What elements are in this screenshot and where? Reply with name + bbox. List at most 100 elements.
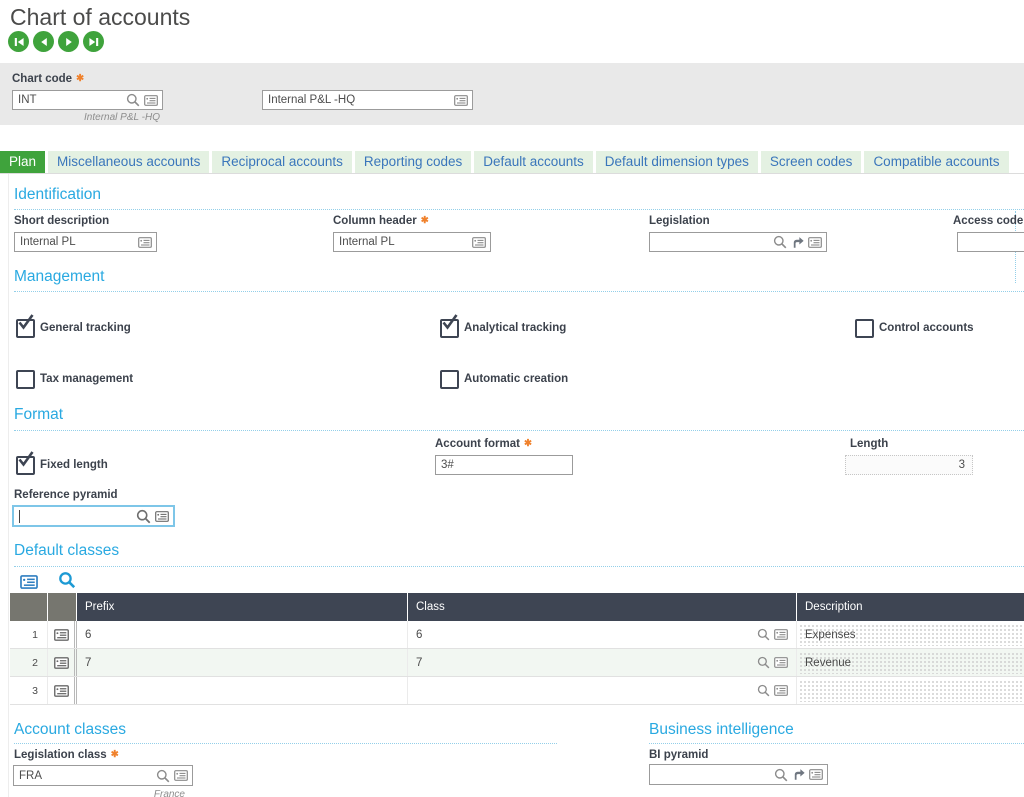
row-number: 3: [10, 677, 48, 704]
row-selection-icon[interactable]: [48, 677, 77, 704]
next-record-icon: [63, 36, 75, 48]
checkbox-automatic-creation[interactable]: [440, 370, 459, 389]
grid-search-icon[interactable]: [58, 571, 76, 589]
bi-pyramid-input[interactable]: [649, 764, 828, 785]
jump-icon[interactable]: [791, 236, 804, 249]
fixed-length-label: Fixed length: [40, 459, 108, 471]
column-header-input[interactable]: Internal PL: [333, 232, 491, 252]
tab-compatible-accounts[interactable]: Compatible accounts: [864, 151, 1008, 173]
row-selection-icon[interactable]: [48, 621, 77, 648]
checkbox-analytical-tracking[interactable]: [440, 319, 459, 338]
selection-icon[interactable]: [808, 237, 822, 248]
section-divider: [14, 743, 557, 744]
next-record-button[interactable]: [58, 31, 79, 52]
chart-code-input[interactable]: INT: [12, 90, 163, 110]
reference-pyramid-label: Reference pyramid: [14, 489, 118, 501]
selection-icon[interactable]: [138, 237, 152, 248]
selection-icon[interactable]: [774, 657, 788, 668]
checkbox-general-tracking[interactable]: [16, 319, 35, 338]
tab-reciprocal-accounts[interactable]: Reciprocal accounts: [212, 151, 352, 173]
chart-description-value: Internal P&L -HQ: [268, 94, 450, 106]
short-description-input[interactable]: Internal PL: [14, 232, 157, 252]
class-value: 6: [416, 629, 422, 641]
access-code-input[interactable]: [957, 232, 1024, 252]
checkbox-fixed-length[interactable]: [16, 456, 35, 475]
legislation-input[interactable]: [649, 232, 827, 252]
class-cell[interactable]: 6: [408, 621, 797, 648]
description-cell: Expenses: [797, 621, 1024, 648]
tab-screen-codes[interactable]: Screen codes: [761, 151, 862, 173]
account-format-input[interactable]: 3#: [435, 455, 573, 475]
section-divider: [14, 430, 1024, 431]
selection-icon[interactable]: [454, 95, 468, 106]
selection-icon[interactable]: [809, 769, 823, 780]
description-value: Expenses: [805, 629, 856, 641]
identification-heading: Identification: [14, 186, 101, 204]
selection-icon[interactable]: [144, 95, 158, 106]
tab-divider: [0, 173, 1024, 174]
prefix-column-header: Prefix: [77, 593, 408, 621]
section-divider: [14, 566, 1024, 567]
selection-icon[interactable]: [774, 685, 788, 696]
class-cell[interactable]: 7: [408, 649, 797, 676]
search-icon[interactable]: [757, 656, 770, 669]
tab-miscellaneous-accounts[interactable]: Miscellaneous accounts: [48, 151, 209, 173]
tab-reporting-codes[interactable]: Reporting codes: [355, 151, 471, 173]
table-header-row: Prefix Class Description: [10, 593, 1024, 621]
general-tracking-label: General tracking: [40, 322, 131, 334]
checkbox-control-accounts[interactable]: [855, 319, 874, 338]
length-label: Length: [850, 438, 888, 450]
record-header-band: Chart code INT Internal P&L -HQ Internal…: [0, 63, 1024, 125]
search-icon[interactable]: [757, 684, 770, 697]
required-icon: [72, 73, 84, 85]
chart-description-input[interactable]: Internal P&L -HQ: [262, 90, 473, 110]
reference-pyramid-input[interactable]: [12, 505, 175, 527]
prefix-cell[interactable]: 6: [77, 621, 408, 648]
first-record-button[interactable]: [8, 31, 29, 52]
default-classes-heading: Default classes: [14, 542, 119, 560]
bi-pyramid-label: BI pyramid: [649, 749, 708, 761]
required-icon: [417, 215, 429, 227]
chart-code-value: INT: [18, 94, 122, 106]
tab-default-accounts[interactable]: Default accounts: [474, 151, 593, 173]
prefix-cell[interactable]: 7: [77, 649, 408, 676]
search-icon[interactable]: [757, 628, 770, 641]
access-code-label: Access code: [953, 215, 1023, 227]
search-icon[interactable]: [156, 769, 170, 783]
check-icon: [17, 314, 34, 331]
row-number: 1: [10, 621, 48, 648]
jump-icon[interactable]: [792, 768, 805, 781]
record-navigation: [8, 31, 104, 52]
account-classes-heading: Account classes: [14, 721, 126, 739]
last-record-icon: [88, 36, 100, 48]
last-record-button[interactable]: [83, 31, 104, 52]
selection-icon[interactable]: [774, 629, 788, 640]
checkbox-tax-management[interactable]: [16, 370, 35, 389]
description-value: Revenue: [805, 657, 851, 669]
search-icon[interactable]: [136, 509, 151, 524]
grid-selection-icon[interactable]: [20, 575, 38, 589]
selection-icon[interactable]: [472, 237, 486, 248]
class-cell[interactable]: [408, 677, 797, 704]
length-value: 3: [851, 459, 968, 471]
row-number-header: [10, 593, 48, 621]
search-icon[interactable]: [126, 93, 140, 107]
section-divider: [14, 291, 1024, 292]
previous-record-icon: [38, 36, 50, 48]
tab-plan[interactable]: Plan: [0, 151, 45, 173]
account-format-label: Account format: [435, 438, 532, 450]
row-selection-icon[interactable]: [48, 649, 77, 676]
column-header-label: Column header: [333, 215, 429, 227]
content-left-border: [8, 174, 9, 797]
search-icon[interactable]: [773, 235, 787, 249]
tab-default-dimension-types[interactable]: Default dimension types: [596, 151, 758, 173]
legislation-class-input[interactable]: FRA: [13, 765, 193, 786]
previous-record-button[interactable]: [33, 31, 54, 52]
format-heading: Format: [14, 406, 63, 424]
selection-icon[interactable]: [174, 770, 188, 781]
account-format-value: 3#: [441, 459, 568, 471]
prefix-cell[interactable]: [77, 677, 408, 704]
search-icon[interactable]: [774, 768, 788, 782]
selection-icon[interactable]: [155, 511, 169, 522]
check-icon: [441, 314, 458, 331]
